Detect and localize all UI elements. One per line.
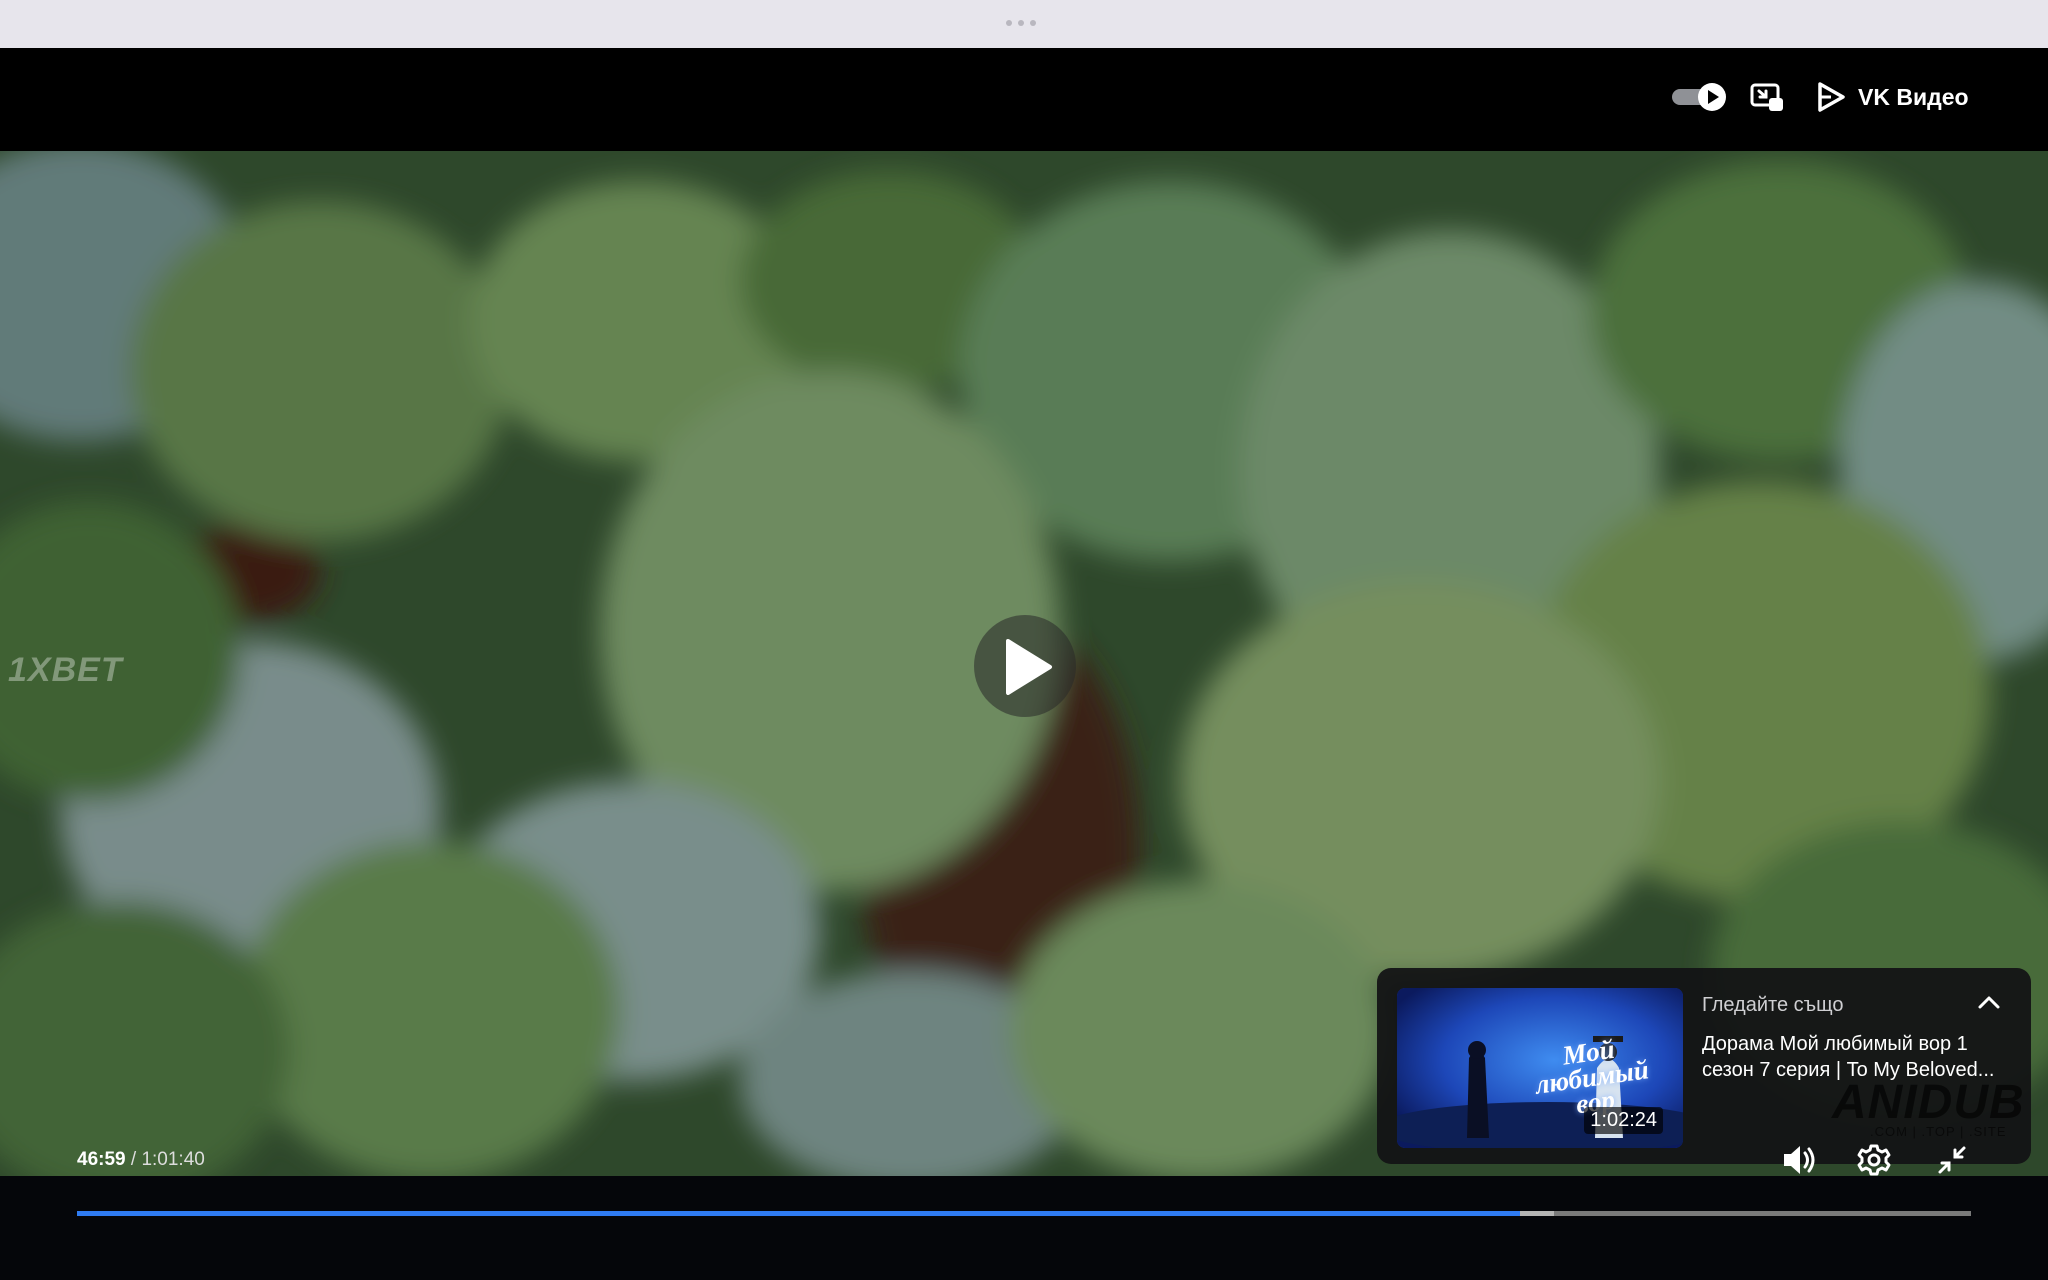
thumbnail-duration: 1:02:24 bbox=[1584, 1107, 1663, 1134]
time-display: 46:59 / 1:01:40 bbox=[77, 1149, 205, 1171]
play-toggle-icon bbox=[1698, 83, 1726, 111]
vk-play-icon bbox=[1818, 82, 1845, 112]
current-time: 46:59 bbox=[77, 1149, 126, 1170]
time-separator: / bbox=[130, 1149, 137, 1170]
anidub-watermark-sub: .COM | .TOP | .SITE bbox=[1870, 1124, 2007, 1139]
seek-bar[interactable] bbox=[77, 1211, 1971, 1216]
picture-in-picture-icon[interactable] bbox=[1750, 83, 1784, 118]
player-header: VK Видео bbox=[0, 48, 2048, 151]
total-duration: 1:01:40 bbox=[141, 1149, 205, 1170]
watch-also-heading: Гледайте също bbox=[1702, 994, 1844, 1016]
window-top-strip bbox=[0, 0, 2048, 48]
played-bar bbox=[77, 1211, 1521, 1216]
volume-icon[interactable] bbox=[1780, 1140, 1820, 1185]
play-icon bbox=[1006, 639, 1052, 695]
sponsor-watermark: 1XBET bbox=[8, 651, 123, 689]
anidub-watermark: ANIDUB bbox=[1832, 1076, 2025, 1129]
minimize-icon[interactable] bbox=[1936, 1144, 1968, 1181]
chevron-up-icon[interactable] bbox=[1977, 994, 2001, 1015]
drag-handle[interactable] bbox=[1006, 20, 1036, 26]
autoplay-toggle[interactable] bbox=[1672, 83, 1728, 111]
gear-icon[interactable] bbox=[1856, 1142, 1892, 1183]
recommended-thumbnail[interactable]: Мой любимый вор 1:02:24 bbox=[1397, 988, 1683, 1148]
vk-video-link[interactable]: VK Видео bbox=[1816, 81, 1969, 113]
play-button[interactable] bbox=[974, 615, 1076, 717]
vk-video-label: VK Видео bbox=[1858, 83, 1969, 110]
